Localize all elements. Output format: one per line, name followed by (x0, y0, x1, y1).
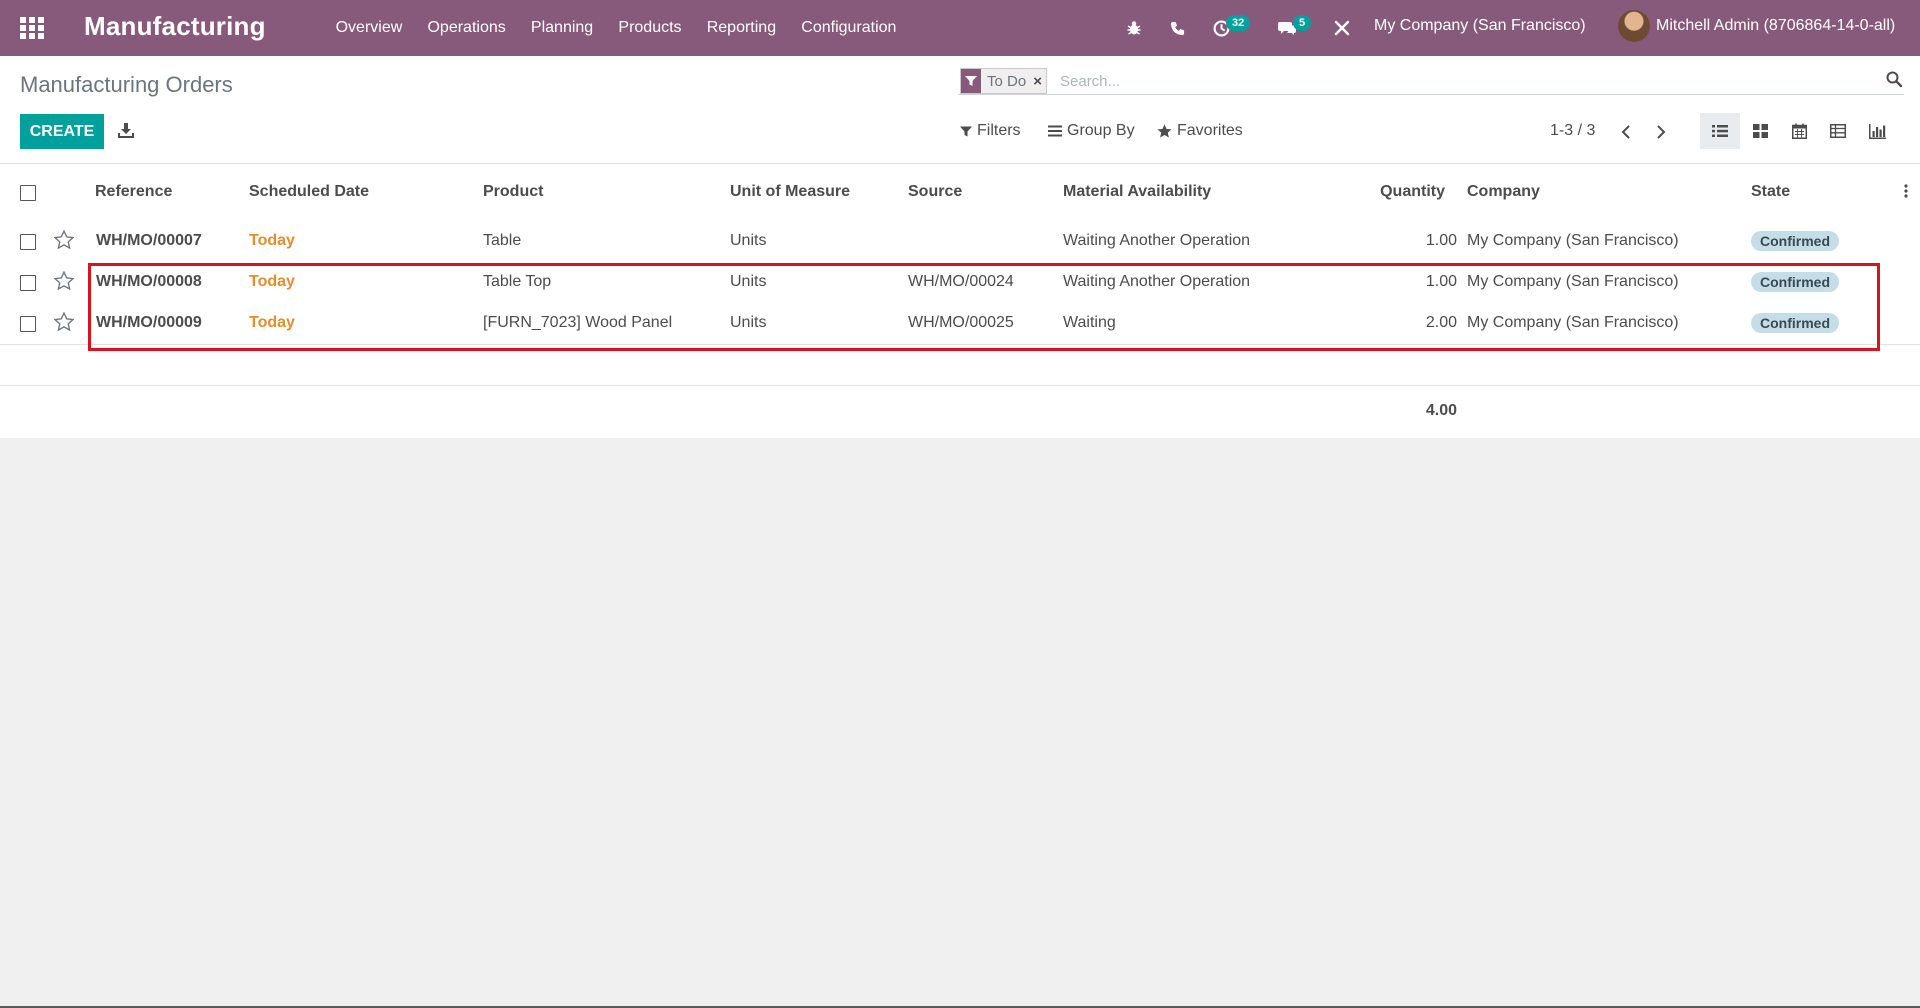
total-quantity: 4.00 (1425, 402, 1457, 419)
apps-icon[interactable] (20, 17, 44, 39)
menu-item-configuration[interactable]: Configuration (789, 19, 909, 37)
group-by-button[interactable]: Group By (1048, 122, 1135, 140)
cell-uom: Units (730, 273, 767, 290)
search-facet: To Do × (960, 68, 1047, 94)
row-checkbox[interactable] (20, 275, 36, 291)
user-menu[interactable]: Mitchell Admin (8706864-14-0-all) (1618, 10, 1895, 42)
chevron-left-icon[interactable] (1620, 124, 1632, 145)
filter-icon (961, 69, 981, 93)
cell-quantity: 1.00 (1425, 232, 1457, 249)
control-panel: Manufacturing Orders To Do × CREATE Filt… (0, 56, 1920, 164)
cell-quantity: 2.00 (1425, 314, 1457, 331)
table-row[interactable]: WH/MO/00008 Today Table Top Units WH/MO/… (0, 262, 1920, 304)
cell-source: WH/MO/00025 (908, 314, 1014, 331)
search-input[interactable] (1058, 69, 1862, 93)
cell-product: Table Top (483, 273, 552, 290)
cell-product: Table (483, 232, 522, 249)
user-name: Mitchell Admin (8706864-14-0-all) (1656, 17, 1896, 34)
bars-icon (1048, 125, 1062, 137)
filters-button[interactable]: Filters (960, 122, 1021, 140)
cell-uom: Units (730, 314, 767, 331)
search-bar: To Do × (958, 66, 1904, 95)
cell-scheduled-date: Today (249, 232, 295, 249)
tools-icon[interactable] (1331, 0, 1353, 56)
breadcrumb: Manufacturing Orders (20, 72, 233, 97)
list-view: Reference Scheduled Date Product Unit of… (0, 164, 1920, 438)
pivot-view-icon[interactable] (1818, 113, 1858, 149)
cell-product: [FURN_7023] Wood Panel (483, 314, 673, 331)
filters-label: Filters (977, 122, 1021, 139)
table-footer: 4.00 (0, 385, 1920, 438)
kebab-icon[interactable] (1904, 184, 1908, 203)
select-all-checkbox[interactable] (20, 185, 36, 201)
table-header: Reference Scheduled Date Product Unit of… (0, 164, 1920, 222)
row-checkbox[interactable] (20, 234, 36, 250)
status-badge: Confirmed (1751, 272, 1839, 292)
top-navbar: Manufacturing Overview Operations Planni… (0, 0, 1920, 56)
phone-icon[interactable] (1165, 0, 1189, 56)
row-checkbox[interactable] (20, 316, 36, 332)
menu-item-reporting[interactable]: Reporting (694, 19, 789, 37)
menu-item-planning[interactable]: Planning (518, 19, 605, 37)
avatar (1618, 10, 1650, 42)
table-row[interactable]: WH/MO/00007 Today Table Units Waiting An… (0, 221, 1920, 263)
favorites-button[interactable]: Favorites (1157, 122, 1243, 140)
cell-uom: Units (730, 232, 767, 249)
column-product[interactable]: Product (483, 183, 543, 201)
bug-icon[interactable] (1122, 0, 1146, 56)
cell-quantity: 1.00 (1425, 273, 1457, 290)
status-badge: Confirmed (1751, 313, 1839, 333)
column-reference[interactable]: Reference (95, 183, 172, 201)
star-icon (1157, 124, 1172, 138)
column-quantity[interactable]: Quantity (1360, 183, 1445, 201)
cell-material-availability: Waiting (1063, 314, 1116, 331)
star-icon[interactable] (53, 311, 75, 336)
kanban-view-icon[interactable] (1740, 113, 1780, 149)
calendar-view-icon[interactable] (1779, 113, 1819, 149)
search-icon[interactable] (1886, 71, 1903, 92)
cell-company: My Company (San Francisco) (1467, 314, 1679, 331)
menu-item-products[interactable]: Products (606, 19, 694, 37)
message-count-badge: 5 (1293, 15, 1312, 31)
cell-reference: WH/MO/00007 (96, 232, 202, 249)
filter-icon (960, 126, 972, 136)
pager-value[interactable]: 1-3 / 3 (1550, 122, 1595, 140)
star-icon[interactable] (53, 270, 75, 295)
app-title[interactable]: Manufacturing (84, 11, 266, 42)
column-company[interactable]: Company (1467, 183, 1540, 201)
column-material-availability[interactable]: Material Availability (1063, 183, 1211, 201)
star-icon[interactable] (53, 229, 75, 254)
cell-material-availability: Waiting Another Operation (1063, 232, 1251, 249)
cell-scheduled-date: Today (249, 273, 295, 290)
facet-label: To Do (987, 72, 1027, 90)
activity-count-badge: 32 (1226, 15, 1251, 31)
column-state[interactable]: State (1751, 183, 1790, 201)
cell-source: WH/MO/00024 (908, 273, 1014, 290)
table-row[interactable]: WH/MO/00009 Today [FURN_7023] Wood Panel… (0, 303, 1920, 345)
menu-item-overview[interactable]: Overview (323, 19, 415, 37)
cell-company: My Company (San Francisco) (1467, 232, 1679, 249)
group-by-label: Group By (1067, 122, 1135, 139)
create-button[interactable]: CREATE (20, 114, 104, 149)
favorites-label: Favorites (1177, 122, 1243, 139)
chevron-right-icon[interactable] (1655, 124, 1667, 145)
facet-remove-icon[interactable]: × (1029, 73, 1046, 90)
cell-reference: WH/MO/00009 (96, 314, 202, 331)
menu-item-operations[interactable]: Operations (415, 19, 518, 37)
company-switcher[interactable]: My Company (San Francisco) (1374, 17, 1586, 35)
download-icon[interactable] (118, 122, 134, 143)
main-menu: Overview Operations Planning Products Re… (323, 0, 909, 56)
cell-scheduled-date: Today (249, 314, 295, 331)
list-view-icon[interactable] (1700, 113, 1740, 149)
column-source[interactable]: Source (908, 183, 962, 201)
graph-view-icon[interactable] (1857, 113, 1897, 149)
column-unit-of-measure[interactable]: Unit of Measure (730, 183, 850, 201)
cell-reference: WH/MO/00008 (96, 273, 202, 290)
status-badge: Confirmed (1751, 231, 1839, 251)
column-scheduled-date[interactable]: Scheduled Date (249, 183, 369, 201)
cell-material-availability: Waiting Another Operation (1063, 273, 1251, 290)
cell-company: My Company (San Francisco) (1467, 273, 1679, 290)
